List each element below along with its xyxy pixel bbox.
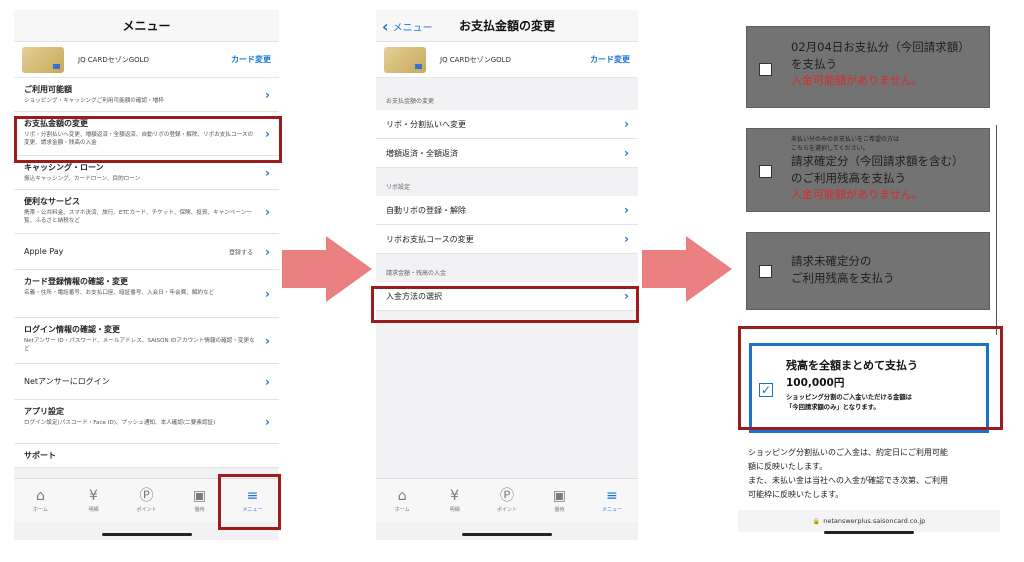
menu-item-services[interactable]: 便利なサービス 携帯・公共料金、スマホ決済、旅行、ETCカード、チケット、保険、… xyxy=(14,190,279,234)
card-row: JQ CARDセゾンGOLD カード変更 xyxy=(14,42,279,78)
warning-text: 入金可能額がありません。 xyxy=(791,188,923,201)
chevron-right-icon: › xyxy=(265,414,270,429)
tab-menu[interactable]: ≡ メニュー xyxy=(586,479,638,522)
chevron-right-icon: › xyxy=(624,117,629,131)
nav-bar: ‹ メニュー お支払金額の変更 xyxy=(376,10,638,42)
home-indicator xyxy=(101,533,192,536)
chevron-right-icon: › xyxy=(265,286,270,301)
highlight-payment-change xyxy=(14,116,282,163)
back-button[interactable]: ‹ メニュー xyxy=(382,10,433,42)
menu-item-title: サポート xyxy=(24,451,56,460)
credit-card-image xyxy=(22,46,64,73)
option-confirmed-balance[interactable]: 未払い分のみのお支払いをご希望の方は こちらを選択してください。 請求確定分（今… xyxy=(746,128,990,212)
chevron-right-icon: › xyxy=(265,87,270,102)
tab-home[interactable]: ⌂ ホーム xyxy=(376,479,428,522)
chevron-right-icon: › xyxy=(624,232,629,246)
menu-item-title: アプリ設定 xyxy=(24,407,64,416)
menu-item-netanswer-login[interactable]: Netアンサーにログイン › xyxy=(14,364,279,400)
menu-item-subtitle: 振込キャッシング、カードローン、目的ローン xyxy=(24,176,141,182)
credit-card-image xyxy=(384,46,426,73)
section-header: リボ設定 xyxy=(386,184,411,191)
highlight-menu-tab xyxy=(218,474,281,530)
menu-item-subtitle: ショッピング・キャッシングご利用可能額の確認・増枠 xyxy=(24,98,164,104)
yen-icon: ¥ xyxy=(89,488,98,504)
register-label: 登録する xyxy=(228,249,253,256)
payment-change-screen: ‹ メニュー お支払金額の変更 JQ CARDセゾンGOLD カード変更 お支払… xyxy=(376,10,638,540)
chevron-right-icon: › xyxy=(265,333,270,348)
card-name: JQ CARDセゾンGOLD xyxy=(78,55,149,64)
tab-points[interactable]: Ⓟ ポイント xyxy=(120,479,173,522)
menu-item-subtitle: 名義・住所・電話番号、お支払口座、暗証番号、入会日・年会費、解約など xyxy=(24,290,215,296)
chevron-right-icon: › xyxy=(265,165,270,180)
info-text: ショッピング分割払いのご入金は、約定日にご利用可能 額に反映いたします。 また、… xyxy=(748,448,948,499)
tab-bar: ⌂ ホーム ¥ 明細 Ⓟ ポイント ▣ 優待 ≡ メニュー xyxy=(376,478,638,522)
menu-item-available-amount[interactable]: ご利用可能額 ショッピング・キャッシングご利用可能額の確認・増枠 › xyxy=(14,78,279,112)
menu-item-title: Netアンサーにログイン xyxy=(24,377,110,386)
url-bar[interactable]: 🔒 netanswerplus.saisoncard.co.jp xyxy=(738,510,1000,532)
yen-icon: ¥ xyxy=(450,488,460,504)
menu-item-title: ログイン情報の確認・変更 xyxy=(24,325,120,334)
chevron-right-icon: › xyxy=(624,146,629,160)
menu-item-subtitle: ログイン設定(パスコード・Face ID)、プッシュ通知、本人確認(二要素認証) xyxy=(24,420,216,426)
home-indicator xyxy=(824,531,914,534)
page-title: メニュー xyxy=(122,19,171,33)
menu-screen: メニュー JQ CARDセゾンGOLD カード変更 ご利用可能額 ショッピング・… xyxy=(14,10,279,540)
row-revo-installment[interactable]: リボ・分割払いへ変更 › xyxy=(376,110,638,139)
arrow-right-icon xyxy=(642,236,732,302)
tab-statement[interactable]: ¥ 明細 xyxy=(67,479,120,522)
section-header: 請求金額・残高の入金 xyxy=(386,270,447,277)
highlight-payment-method xyxy=(371,286,639,323)
menu-item-apple-pay[interactable]: Apple Pay 登録する › xyxy=(14,234,279,270)
lock-icon: 🔒 xyxy=(812,517,821,525)
payment-method-screen: 02月04日お支払分（今回請求額） を支払う 入金可能額がありません。 未払い分… xyxy=(738,10,1000,540)
tab-benefits[interactable]: ▣ 優待 xyxy=(533,479,585,522)
gift-icon: ▣ xyxy=(192,488,207,504)
warning-text: 入金可能額がありません。 xyxy=(791,74,923,87)
menu-item-subtitle: Netアンサー ID・パスワード、メールアドレス、SAISON IDアカウント情… xyxy=(24,338,255,352)
menu-item-title: キャッシング・ローン xyxy=(24,163,104,172)
chevron-right-icon: › xyxy=(624,203,629,217)
house-icon: ⌂ xyxy=(397,488,407,504)
card-name: JQ CARDセゾンGOLD xyxy=(440,55,511,64)
option-current-bill[interactable]: 02月04日お支払分（今回請求額） を支払う 入金可能額がありません。 xyxy=(746,26,990,108)
card-row: JQ CARDセゾンGOLD カード変更 xyxy=(376,42,638,78)
menu-item-support[interactable]: サポート xyxy=(14,444,279,468)
point-icon: Ⓟ xyxy=(500,488,515,504)
page-title: お支払金額の変更 xyxy=(458,19,555,33)
menu-item-title: 便利なサービス xyxy=(24,197,80,206)
tab-statement[interactable]: ¥ 明細 xyxy=(428,479,480,522)
house-icon: ⌂ xyxy=(36,488,45,504)
card-change-button[interactable]: カード変更 xyxy=(590,54,630,65)
checkbox[interactable] xyxy=(759,265,772,278)
menu-icon: ≡ xyxy=(605,488,618,504)
gift-icon: ▣ xyxy=(552,488,567,504)
menu-item-subtitle: 携帯・公共料金、スマホ決済、旅行、ETCカード、チケット、保険、投資、キャンペー… xyxy=(24,210,252,224)
chevron-left-icon: ‹ xyxy=(382,16,389,36)
card-change-button[interactable]: カード変更 xyxy=(231,54,271,65)
divider xyxy=(996,125,997,335)
menu-item-card-info[interactable]: カード登録情報の確認・変更 名義・住所・電話番号、お支払口座、暗証番号、入会日・… xyxy=(14,270,279,318)
row-revo-course[interactable]: リボお支払コースの変更 › xyxy=(376,225,638,254)
nav-bar: メニュー xyxy=(14,10,279,42)
chevron-right-icon: › xyxy=(265,374,270,389)
home-indicator xyxy=(462,533,552,536)
chevron-right-icon: › xyxy=(265,244,270,259)
option-unconfirmed-balance[interactable]: 請求未確定分の ご利用残高を支払う xyxy=(746,232,990,310)
point-icon: Ⓟ xyxy=(139,488,154,504)
row-extra-repayment[interactable]: 増額返済・全額返済 › xyxy=(376,139,638,168)
chevron-right-icon: › xyxy=(265,204,270,219)
highlight-full-balance xyxy=(738,326,1003,430)
checkbox[interactable] xyxy=(759,63,772,76)
menu-item-login-info[interactable]: ログイン情報の確認・変更 Netアンサー ID・パスワード、メールアドレス、SA… xyxy=(14,318,279,364)
row-auto-revo[interactable]: 自動リボの登録・解除 › xyxy=(376,196,638,225)
tab-home[interactable]: ⌂ ホーム xyxy=(14,479,67,522)
tab-points[interactable]: Ⓟ ポイント xyxy=(481,479,533,522)
menu-item-app-settings[interactable]: アプリ設定 ログイン設定(パスコード・Face ID)、プッシュ通知、本人確認(… xyxy=(14,400,279,444)
arrow-right-icon xyxy=(282,236,372,302)
menu-item-title: Apple Pay xyxy=(24,247,64,256)
menu-item-title: カード登録情報の確認・変更 xyxy=(24,277,128,286)
menu-item-title: ご利用可能額 xyxy=(24,85,72,94)
section-header: お支払金額の変更 xyxy=(386,98,435,105)
checkbox[interactable] xyxy=(759,165,772,178)
